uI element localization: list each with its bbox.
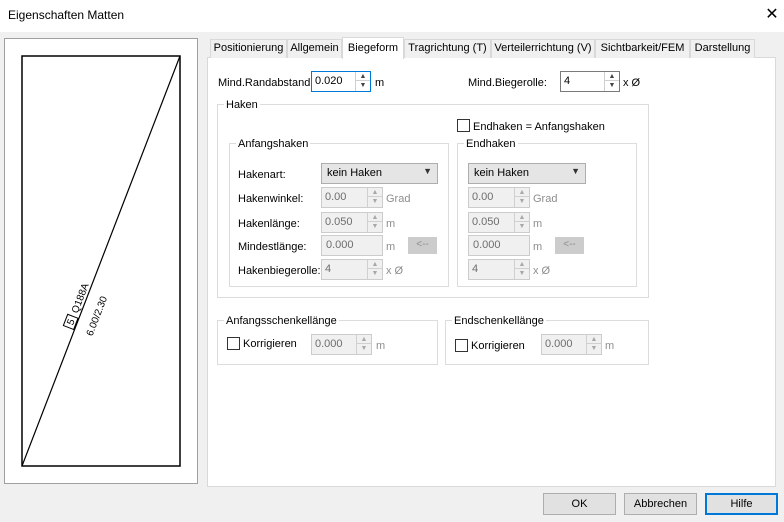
endschenkel-stepper[interactable]: 0.000 ▲ ▼ [541, 334, 602, 355]
spin-down-icon[interactable]: ▼ [368, 269, 382, 278]
anfang-mindestlaenge-value: 0.000 [326, 239, 354, 251]
hakenwinkel-label: Hakenwinkel: [238, 193, 304, 205]
biegerolle-stepper[interactable]: 4 ▲ ▼ [560, 71, 620, 92]
window-title: Eigenschaften Matten [8, 8, 125, 22]
end-hakenart-select[interactable]: kein Haken ▼ [468, 163, 586, 184]
tab-allgemein[interactable]: Allgemein [287, 39, 342, 58]
anfang-hakenlaenge-unit: m [386, 218, 396, 230]
anfangsschenkel-korrigieren-checkbox[interactable] [227, 337, 240, 350]
tab-verteilerrichtung[interactable]: Verteilerrichtung (V) [491, 39, 595, 58]
spin-up-icon[interactable]: ▲ [356, 72, 370, 81]
endschenkel-korrigieren-label: Korrigieren [471, 340, 525, 352]
end-hakenlaenge-unit: m [533, 218, 543, 230]
end-hakenbiegerolle-stepper[interactable]: 4 ▲ ▼ [468, 259, 530, 280]
help-button[interactable]: Hilfe [705, 493, 778, 515]
mesh-diagonal [21, 55, 181, 467]
spin-down-icon[interactable]: ▼ [368, 222, 382, 231]
anfangsschenkel-title: Anfangsschenkellänge [224, 314, 339, 328]
mesh-preview: 5 Q188A 6.00/2.30 [21, 55, 181, 467]
anfang-mindestlaenge-arrow-button[interactable]: <-- [408, 237, 437, 254]
anfang-mindestlaenge-unit: m [386, 241, 396, 253]
tab-tragrichtung[interactable]: Tragrichtung (T) [404, 39, 491, 58]
spin-up-icon[interactable]: ▲ [515, 213, 529, 222]
randabstand-stepper[interactable]: 0.020 ▲ ▼ [311, 71, 371, 92]
tab-positionierung[interactable]: Positionierung [210, 39, 287, 58]
spin-down-icon[interactable]: ▼ [515, 269, 529, 278]
tab-biegeform[interactable]: Biegeform [342, 37, 404, 59]
spin-down-icon[interactable]: ▼ [368, 197, 382, 206]
spin-up-icon[interactable]: ▲ [357, 335, 371, 344]
end-hakenwinkel-stepper[interactable]: 0.00 ▲ ▼ [468, 187, 530, 208]
ok-button[interactable]: OK [543, 493, 616, 515]
hakenart-label: Hakenart: [238, 169, 286, 181]
spin-up-icon[interactable]: ▲ [515, 188, 529, 197]
chevron-down-icon: ▼ [423, 166, 432, 176]
anfang-hakenwinkel-value: 0.00 [325, 191, 347, 203]
biegerolle-value: 4 [564, 75, 571, 87]
end-mindestlaenge-field[interactable]: 0.000 [468, 235, 530, 256]
spin-down-icon[interactable]: ▼ [357, 344, 371, 353]
endhaken-same-label: Endhaken = Anfangshaken [473, 121, 605, 133]
mindestlaenge-label: Mindestlänge: [238, 241, 307, 253]
spin-down-icon[interactable]: ▼ [515, 197, 529, 206]
spin-up-icon[interactable]: ▲ [515, 260, 529, 269]
anfang-hakenwinkel-unit: Grad [386, 193, 411, 205]
spin-up-icon[interactable]: ▲ [368, 260, 382, 269]
spin-up-icon[interactable]: ▲ [605, 72, 619, 81]
anfangsschenkel-value: 0.000 [315, 338, 343, 350]
tab-sichtbarkeit-fem[interactable]: Sichtbarkeit/FEM [595, 39, 690, 58]
anfangsschenkel-unit: m [376, 340, 386, 352]
anfangsschenkel-korrigieren-label: Korrigieren [243, 338, 297, 350]
endschenkel-value: 0.000 [545, 338, 573, 350]
end-hakenbiegerolle-unit: x Ø [533, 265, 551, 277]
endschenkel-korrigieren-checkbox[interactable] [455, 339, 468, 352]
randabstand-value: 0.020 [315, 75, 343, 87]
close-icon[interactable]: ✕ [760, 4, 784, 28]
anfang-hakenbiegerolle-stepper[interactable]: 4 ▲ ▼ [321, 259, 383, 280]
tab-darstellung[interactable]: Darstellung [690, 39, 755, 58]
spin-up-icon[interactable]: ▲ [368, 213, 382, 222]
haken-group-title: Haken [224, 98, 260, 112]
endschenkel-title: Endschenkellänge [452, 314, 546, 328]
anfangshaken-title: Anfangshaken [236, 137, 311, 151]
endhaken-group-title: Endhaken [464, 137, 518, 151]
endhaken-same-checkbox[interactable] [457, 119, 470, 132]
mesh-type-label: Q188A [70, 282, 92, 315]
end-hakenbiegerolle-value: 4 [472, 263, 479, 275]
anfang-hakenart-value: kein Haken [327, 167, 383, 179]
end-hakenwinkel-value: 0.00 [472, 191, 494, 203]
end-hakenlaenge-value: 0.050 [472, 216, 500, 228]
spin-down-icon[interactable]: ▼ [605, 81, 619, 90]
end-mindestlaenge-unit: m [533, 241, 543, 253]
biegerolle-unit: x Ø [623, 77, 641, 89]
end-hakenlaenge-stepper[interactable]: 0.050 ▲ ▼ [468, 212, 530, 233]
end-hakenart-value: kein Haken [474, 167, 530, 179]
cancel-button[interactable]: Abbrechen [624, 493, 697, 515]
hakenlaenge-label: Hakenlänge: [238, 218, 300, 230]
end-mindestlaenge-value: 0.000 [473, 239, 501, 251]
spin-down-icon[interactable]: ▼ [356, 81, 370, 90]
anfangsschenkel-stepper[interactable]: 0.000 ▲ ▼ [311, 334, 372, 355]
hakenbiegerolle-label: Hakenbiegerolle: [238, 265, 321, 277]
chevron-down-icon: ▼ [571, 166, 580, 176]
anfang-hakenwinkel-stepper[interactable]: 0.00 ▲ ▼ [321, 187, 383, 208]
spin-up-icon[interactable]: ▲ [587, 335, 601, 344]
anfang-mindestlaenge-field[interactable]: 0.000 [321, 235, 383, 256]
anfang-hakenlaenge-value: 0.050 [325, 216, 353, 228]
spin-down-icon[interactable]: ▼ [515, 222, 529, 231]
spin-down-icon[interactable]: ▼ [587, 344, 601, 353]
spin-up-icon[interactable]: ▲ [368, 188, 382, 197]
anfang-hakenbiegerolle-value: 4 [325, 263, 332, 275]
biegerolle-label: Mind.Biegerolle: [468, 77, 547, 89]
anfang-hakenbiegerolle-unit: x Ø [386, 265, 404, 277]
mesh-dimensions-label: 6.00/2.30 [85, 294, 110, 337]
randabstand-label: Mind.Randabstand: [218, 77, 314, 89]
endschenkel-unit: m [605, 340, 615, 352]
anfang-hakenart-select[interactable]: kein Haken ▼ [321, 163, 438, 184]
randabstand-unit: m [375, 77, 385, 89]
end-mindestlaenge-arrow-button[interactable]: <-- [555, 237, 584, 254]
end-hakenwinkel-unit: Grad [533, 193, 558, 205]
anfang-hakenlaenge-stepper[interactable]: 0.050 ▲ ▼ [321, 212, 383, 233]
